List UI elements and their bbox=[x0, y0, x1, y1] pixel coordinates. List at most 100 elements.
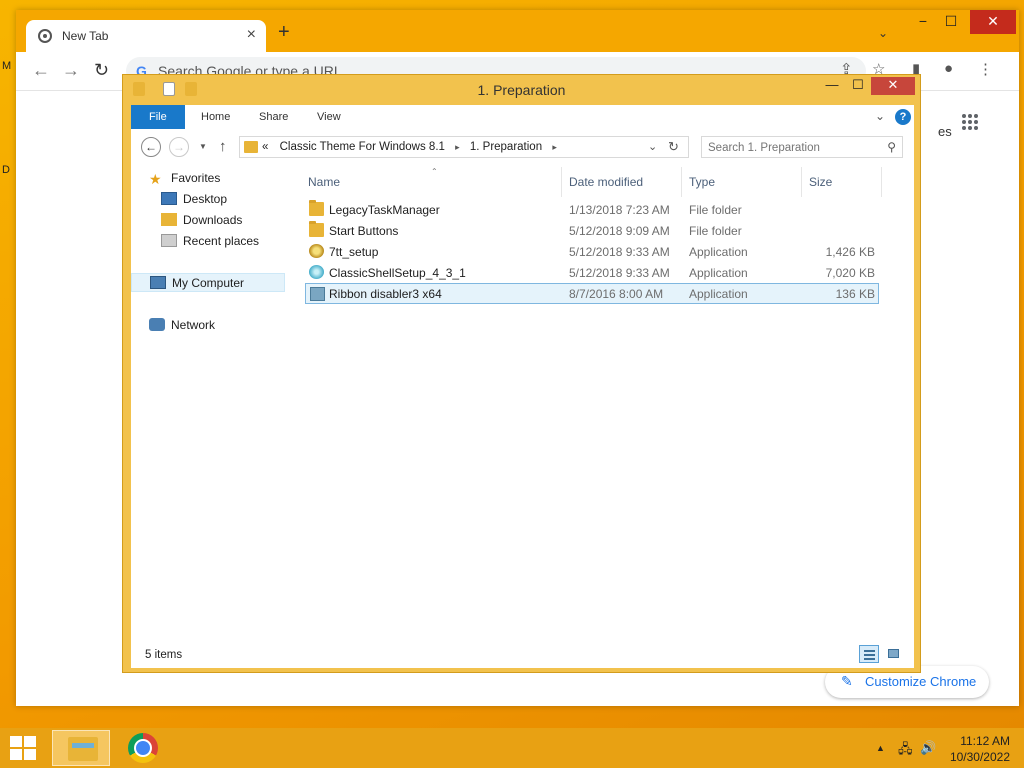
search-box[interactable]: ⚲ bbox=[701, 136, 903, 158]
file-size: 136 KB bbox=[835, 287, 875, 301]
taskbar-file-explorer[interactable] bbox=[52, 730, 110, 766]
address-dropdown-icon[interactable]: ⌄ bbox=[648, 140, 657, 153]
network-icon bbox=[149, 318, 165, 331]
breadcrumb-separator-icon[interactable]: ▸ bbox=[552, 142, 557, 152]
network-tray-icon[interactable]: 🖧 bbox=[898, 740, 913, 762]
explorer-close-button[interactable]: ✕ bbox=[871, 77, 915, 95]
tab-close-icon[interactable]: × bbox=[247, 26, 256, 44]
folder-icon bbox=[244, 141, 258, 153]
new-tab-button[interactable]: + bbox=[278, 22, 290, 42]
refresh-icon[interactable]: ↻ bbox=[668, 139, 679, 155]
start-button[interactable] bbox=[10, 736, 38, 760]
file-name: 7tt_setup bbox=[329, 245, 379, 259]
clock-date[interactable]: 10/30/2022 bbox=[940, 750, 1010, 764]
breadcrumb-item-preparation[interactable]: 1. Preparation bbox=[470, 141, 542, 153]
tab-file[interactable]: File bbox=[131, 105, 185, 129]
taskbar: ▲ 🖧 🔊 11:12 AM 10/30/2022 bbox=[0, 728, 1024, 768]
file-date: 5/12/2018 9:33 AM bbox=[569, 245, 670, 259]
file-row[interactable]: ClassicShellSetup_4_3_1 5/12/2018 9:33 A… bbox=[305, 262, 879, 283]
chrome-minimize-button[interactable]: − bbox=[908, 10, 938, 34]
file-explorer-window: 1. Preparation — ☐ ✕ File Home Share Vie… bbox=[122, 74, 921, 673]
breadcrumb-separator-icon[interactable]: ▸ bbox=[455, 142, 460, 152]
file-name: ClassicShellSetup_4_3_1 bbox=[329, 266, 466, 280]
file-row-selected[interactable]: Ribbon disabler3 x64 8/7/2016 8:00 AM Ap… bbox=[305, 283, 879, 304]
chrome-maximize-button[interactable]: ☐ bbox=[936, 10, 966, 34]
column-header-type[interactable]: Type bbox=[689, 175, 715, 189]
clock-time[interactable]: 11:12 AM bbox=[940, 734, 1010, 748]
column-divider[interactable] bbox=[681, 167, 682, 197]
google-apps-grid-icon[interactable] bbox=[962, 114, 978, 130]
forward-button[interactable]: → bbox=[169, 137, 189, 157]
desktop-icon-label[interactable]: D bbox=[2, 164, 10, 176]
profile-avatar-icon[interactable]: ● bbox=[944, 60, 953, 77]
reload-icon[interactable]: ↻ bbox=[94, 60, 109, 81]
explorer-minimize-button[interactable]: — bbox=[819, 77, 845, 95]
file-date: 8/7/2016 8:00 AM bbox=[569, 287, 664, 301]
nav-item-my-computer[interactable]: My Computer bbox=[131, 273, 285, 292]
search-input[interactable] bbox=[706, 139, 880, 157]
file-date: 5/12/2018 9:33 AM bbox=[569, 266, 670, 280]
nav-item-downloads[interactable]: Downloads bbox=[161, 211, 242, 230]
tab-search-chevron-icon[interactable]: ⌄ bbox=[878, 26, 888, 40]
tab-home[interactable]: Home bbox=[187, 105, 244, 129]
file-row[interactable]: 7tt_setup 5/12/2018 9:33 AM Application … bbox=[305, 241, 879, 262]
volume-icon[interactable]: 🔊 bbox=[920, 740, 936, 756]
file-explorer-icon bbox=[68, 737, 98, 761]
nav-item-desktop[interactable]: Desktop bbox=[161, 190, 227, 209]
explorer-window-title: 1. Preparation bbox=[477, 82, 566, 98]
installer-icon bbox=[309, 244, 324, 258]
column-header-name[interactable]: Name bbox=[308, 175, 340, 189]
recent-locations-chevron-icon[interactable]: ▼ bbox=[199, 142, 207, 151]
ntp-shortcut-text[interactable]: es bbox=[938, 124, 952, 139]
nav-item-network[interactable]: Network bbox=[149, 316, 215, 335]
explorer-content: ★ Favorites Desktop Downloads Recent plac… bbox=[131, 167, 914, 638]
file-name: Ribbon disabler3 x64 bbox=[329, 287, 442, 301]
chrome-icon bbox=[128, 733, 158, 763]
column-divider[interactable] bbox=[801, 167, 802, 197]
desktop-icon-label[interactable]: M bbox=[2, 60, 11, 72]
address-bar[interactable]: « Classic Theme For Windows 8.1 ▸ 1. Pre… bbox=[239, 136, 689, 158]
taskbar-chrome[interactable] bbox=[114, 730, 172, 766]
star-icon: ★ bbox=[149, 171, 162, 187]
forward-arrow-icon[interactable]: → bbox=[62, 60, 80, 81]
up-button[interactable]: ↑ bbox=[219, 138, 227, 155]
chrome-close-button[interactable]: ✕ bbox=[970, 10, 1016, 34]
expand-ribbon-chevron-icon[interactable]: ⌄ bbox=[875, 109, 885, 123]
help-icon[interactable]: ? bbox=[895, 109, 911, 125]
tab-share[interactable]: Share bbox=[245, 105, 302, 129]
file-type: Application bbox=[689, 266, 748, 280]
desktop-icon bbox=[161, 192, 177, 205]
explorer-maximize-button[interactable]: ☐ bbox=[845, 77, 871, 95]
column-divider[interactable] bbox=[881, 167, 882, 197]
chrome-tabstrip: New Tab × + ⌄ − ☐ ✕ bbox=[16, 10, 1019, 52]
application-icon bbox=[310, 287, 325, 301]
file-row[interactable]: LegacyTaskManager 1/13/2018 7:23 AM File… bbox=[305, 199, 879, 220]
column-header-size[interactable]: Size bbox=[809, 175, 832, 189]
search-icon: ⚲ bbox=[887, 140, 896, 154]
large-icons-view-button[interactable] bbox=[884, 645, 904, 663]
details-view-button[interactable] bbox=[859, 645, 879, 663]
status-bar: 5 items bbox=[131, 638, 914, 668]
nav-item-favorites[interactable]: ★ Favorites bbox=[149, 169, 220, 188]
tab-view[interactable]: View bbox=[303, 105, 355, 129]
computer-icon bbox=[150, 276, 166, 289]
explorer-titlebar[interactable]: 1. Preparation — ☐ ✕ bbox=[123, 75, 920, 105]
file-name: LegacyTaskManager bbox=[329, 203, 440, 217]
back-arrow-icon[interactable]: ← bbox=[32, 60, 50, 81]
chrome-tab-new-tab[interactable]: New Tab × bbox=[26, 20, 266, 52]
nav-item-recent-places[interactable]: Recent places bbox=[161, 232, 259, 251]
tray-overflow-chevron-icon[interactable]: ▲ bbox=[876, 743, 885, 753]
column-header-date-modified[interactable]: Date modified bbox=[569, 175, 643, 189]
sort-ascending-icon: ⌃ bbox=[431, 167, 438, 176]
back-button[interactable]: ← bbox=[141, 137, 161, 157]
file-list: ⌃ Name Date modified Type Size LegacyTas… bbox=[305, 167, 905, 638]
chrome-favicon-icon bbox=[38, 29, 52, 43]
file-row[interactable]: Start Buttons 5/12/2018 9:09 AM File fol… bbox=[305, 220, 879, 241]
breadcrumb-item-classic-theme[interactable]: Classic Theme For Windows 8.1 bbox=[280, 141, 445, 153]
file-name: Start Buttons bbox=[329, 224, 399, 238]
column-divider[interactable] bbox=[561, 167, 562, 197]
chrome-menu-icon[interactable]: ⋮ bbox=[978, 60, 993, 78]
breadcrumb-overflow[interactable]: « bbox=[262, 141, 268, 153]
file-type: File folder bbox=[689, 203, 742, 217]
tab-title: New Tab bbox=[62, 29, 109, 43]
